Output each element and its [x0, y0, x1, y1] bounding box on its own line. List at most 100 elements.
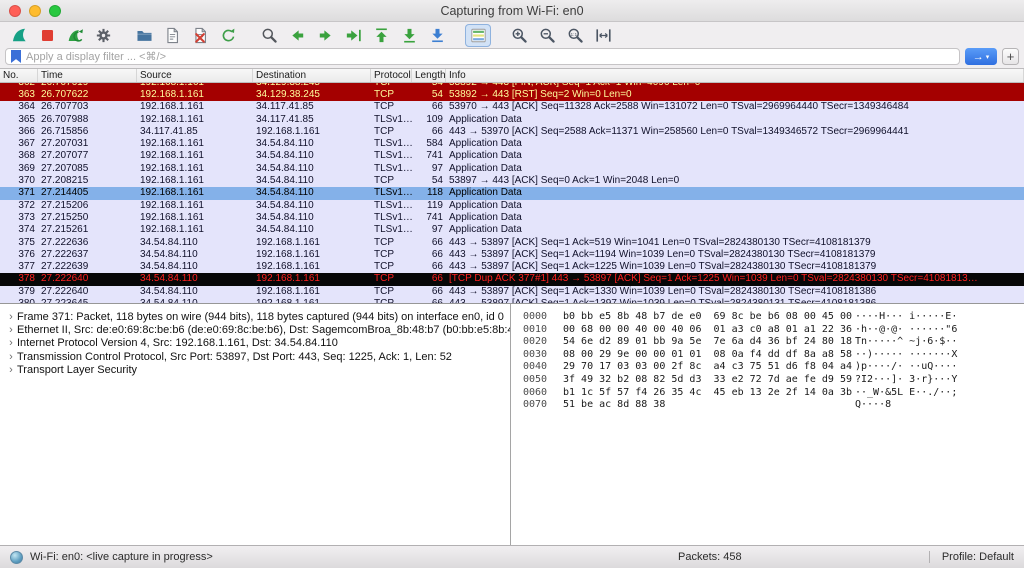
hex-line[interactable]: 0060 b1 1c 5f 57 f4 26 35 4c 45 eb 13 2e … [523, 387, 1024, 400]
packet-row-376[interactable]: 376 27.222637 34.54.84.110 192.168.1.161 TCP… [0, 248, 1024, 262]
apply-filter-button[interactable]: → ▾ [965, 48, 997, 65]
cell-destination: 34.54.84.110 [256, 187, 314, 199]
packet-row-364[interactable]: 364 26.707703 192.168.1.161 34.117.41.85 TCP… [0, 101, 1024, 114]
open-file-button[interactable] [131, 24, 157, 47]
go-first-button[interactable] [368, 24, 394, 47]
hex-bytes: 3f 49 32 b2 08 82 5d d3 33 e2 72 7d ae f… [563, 373, 852, 385]
column-header-info[interactable]: Info [446, 69, 1024, 82]
hex-offset: 0040 [523, 361, 548, 373]
display-filter-box[interactable] [5, 48, 960, 65]
packet-row-374[interactable]: 374 27.215261 192.168.1.161 34.54.84.110 TLS… [0, 224, 1024, 237]
go-last-button[interactable] [396, 24, 422, 47]
cell-protocol: TCP [374, 89, 394, 100]
start-capture-button[interactable] [6, 24, 32, 47]
zoom-100-button[interactable]: 1:1 [562, 24, 588, 47]
cell-no: 365 [18, 113, 35, 125]
packet-row-367[interactable]: 367 27.207031 192.168.1.161 34.54.84.110 TLS… [0, 138, 1024, 151]
column-header-time[interactable]: Time [38, 69, 137, 82]
packet-row-379[interactable]: 379 27.222640 34.54.84.110 192.168.1.161 TCP… [0, 285, 1024, 299]
cell-source: 34.54.84.110 [140, 273, 198, 285]
cell-length: 54 [431, 89, 443, 100]
zoom-window-button[interactable] [49, 5, 61, 17]
detail-line[interactable]: › Ethernet II, Src: de:e0:69:8c:be:b6 (de… [5, 324, 510, 337]
column-header-protocol[interactable]: Protocol [371, 69, 412, 82]
expander-icon[interactable]: › [5, 364, 17, 377]
go-back-button[interactable] [284, 24, 310, 47]
packet-row-369[interactable]: 369 27.207085 192.168.1.161 34.54.84.110 TLS… [0, 162, 1024, 176]
go-forward-button[interactable] [312, 24, 338, 47]
expander-icon[interactable]: › [5, 337, 17, 350]
hex-line[interactable]: 0020 54 6e d2 89 01 bb 9a 5e 7e 6a d4 36 … [523, 336, 1024, 349]
cell-length: 118 [427, 187, 443, 199]
minimize-window-button[interactable] [29, 5, 41, 17]
find-packet-button[interactable] [256, 24, 282, 47]
colorize-button[interactable] [465, 23, 491, 47]
close-window-button[interactable] [9, 5, 21, 17]
column-header-length[interactable]: Length [412, 69, 446, 82]
hex-bytes: 54 6e d2 89 01 bb 9a 5e 7e 6a d4 36 bf 2… [563, 336, 852, 348]
zoom-in-button[interactable] [506, 24, 532, 47]
cell-destination: 34.54.84.110 [256, 211, 314, 223]
hex-line[interactable]: 0040 29 70 17 03 03 00 2f 8c a4 c3 75 51 … [523, 361, 1024, 374]
go-first-icon [375, 27, 387, 42]
packet-row-365[interactable]: 365 26.707988 192.168.1.161 34.117.41.85 TLS… [0, 113, 1024, 126]
zoom-out-button[interactable] [534, 24, 560, 47]
display-filter-input[interactable] [26, 50, 954, 63]
cell-time: 27.208215 [41, 175, 89, 187]
packet-row-377[interactable]: 377 27.222639 34.54.84.110 192.168.1.161 TCP… [0, 261, 1024, 274]
cell-no: 367 [18, 138, 35, 150]
profile-selector[interactable]: Profile: Default [928, 551, 1014, 563]
detail-line[interactable]: › Internet Protocol Version 4, Src: 192.1… [5, 337, 510, 350]
hex-line[interactable]: 0050 3f 49 32 b2 08 82 5d d3 33 e2 72 7d … [523, 374, 1024, 387]
go-last-icon [403, 28, 415, 43]
hex-bytes: b1 1c 5f 57 f4 26 35 4c 45 eb 13 2e 2f 1… [563, 386, 852, 398]
cell-time: 27.215250 [41, 211, 89, 223]
packet-row-366[interactable]: 366 26.715856 34.117.41.85 192.168.1.161 TCP… [0, 125, 1024, 139]
reload-file-button[interactable] [215, 24, 241, 47]
detail-line[interactable]: › Frame 371: Packet, 118 bytes on wire (9… [5, 311, 510, 324]
packet-row-372[interactable]: 372 27.215206 192.168.1.161 34.54.84.110 TLS… [0, 199, 1024, 212]
cell-info: 443 → 53897 [ACK] Seq=1 Ack=1225 Win=103… [449, 261, 877, 273]
capture-options-button[interactable] [90, 24, 116, 47]
stop-capture-button[interactable] [34, 24, 60, 47]
go-to-packet-button[interactable] [340, 24, 366, 47]
packet-row-373[interactable]: 373 27.215250 192.168.1.161 34.54.84.110 TLS… [0, 211, 1024, 225]
resize-columns-button[interactable] [590, 24, 616, 47]
go-back-icon [291, 29, 303, 41]
save-file-button[interactable] [159, 24, 185, 47]
cell-destination: 34.54.84.110 [256, 224, 314, 236]
packet-row-378[interactable]: 378 27.222640 34.54.84.110 192.168.1.161 TCP… [0, 273, 1024, 286]
detail-line[interactable]: › Transmission Control Protocol, Src Port… [5, 351, 510, 364]
filter-bookmark-icon[interactable] [11, 50, 21, 63]
packet-row-363[interactable]: 363 26.707622 192.168.1.161 34.129.38.245 TC… [0, 89, 1024, 102]
expander-icon[interactable]: › [5, 311, 17, 324]
packet-row-370[interactable]: 370 27.208215 192.168.1.161 34.54.84.110 TCP… [0, 175, 1024, 188]
toolbar: 1:1 [0, 22, 1024, 48]
reload-file-icon [222, 28, 234, 41]
hex-line[interactable]: 0070 51 be ac 8d 88 38 Q····8 [523, 399, 1024, 412]
expander-icon[interactable]: › [5, 324, 17, 337]
packet-row-368[interactable]: 368 27.207077 192.168.1.161 34.54.84.110 TLS… [0, 150, 1024, 163]
cell-time: 26.707988 [41, 113, 89, 125]
restart-capture-button[interactable] [62, 24, 88, 47]
detail-line[interactable]: › Transport Layer Security [5, 364, 510, 377]
hex-offset: 0050 [523, 373, 548, 385]
hex-line[interactable]: 0000 b0 bb e5 8b 48 b7 de e0 69 8c be b6 … [523, 311, 1024, 324]
cell-protocol: TCP [374, 236, 394, 248]
expert-info-icon[interactable] [10, 550, 23, 564]
add-filter-button[interactable]: + [1002, 48, 1019, 65]
detail-text: Frame 371: Packet, 118 bytes on wire (94… [17, 311, 504, 323]
column-header-source[interactable]: Source [137, 69, 253, 82]
expander-icon[interactable]: › [5, 351, 17, 364]
auto-scroll-button[interactable] [424, 24, 450, 47]
cell-length: 66 [431, 248, 443, 260]
cell-info: Application Data [449, 113, 522, 125]
cell-destination: 34.54.84.110 [256, 199, 314, 211]
packet-row-375[interactable]: 375 27.222636 34.54.84.110 192.168.1.161 TCP… [0, 236, 1024, 249]
hex-line[interactable]: 0030 08 00 29 9e 00 00 01 01 08 0a f4 dd … [523, 349, 1024, 362]
column-header-no[interactable]: No. [0, 69, 38, 82]
close-file-button[interactable] [187, 24, 213, 47]
packet-row-371[interactable]: 371 27.214405 192.168.1.161 34.54.84.110 TLS… [0, 187, 1024, 200]
hex-line[interactable]: 0010 00 68 00 00 40 00 40 06 01 a3 c0 a8 … [523, 324, 1024, 337]
column-header-destination[interactable]: Destination [253, 69, 371, 82]
